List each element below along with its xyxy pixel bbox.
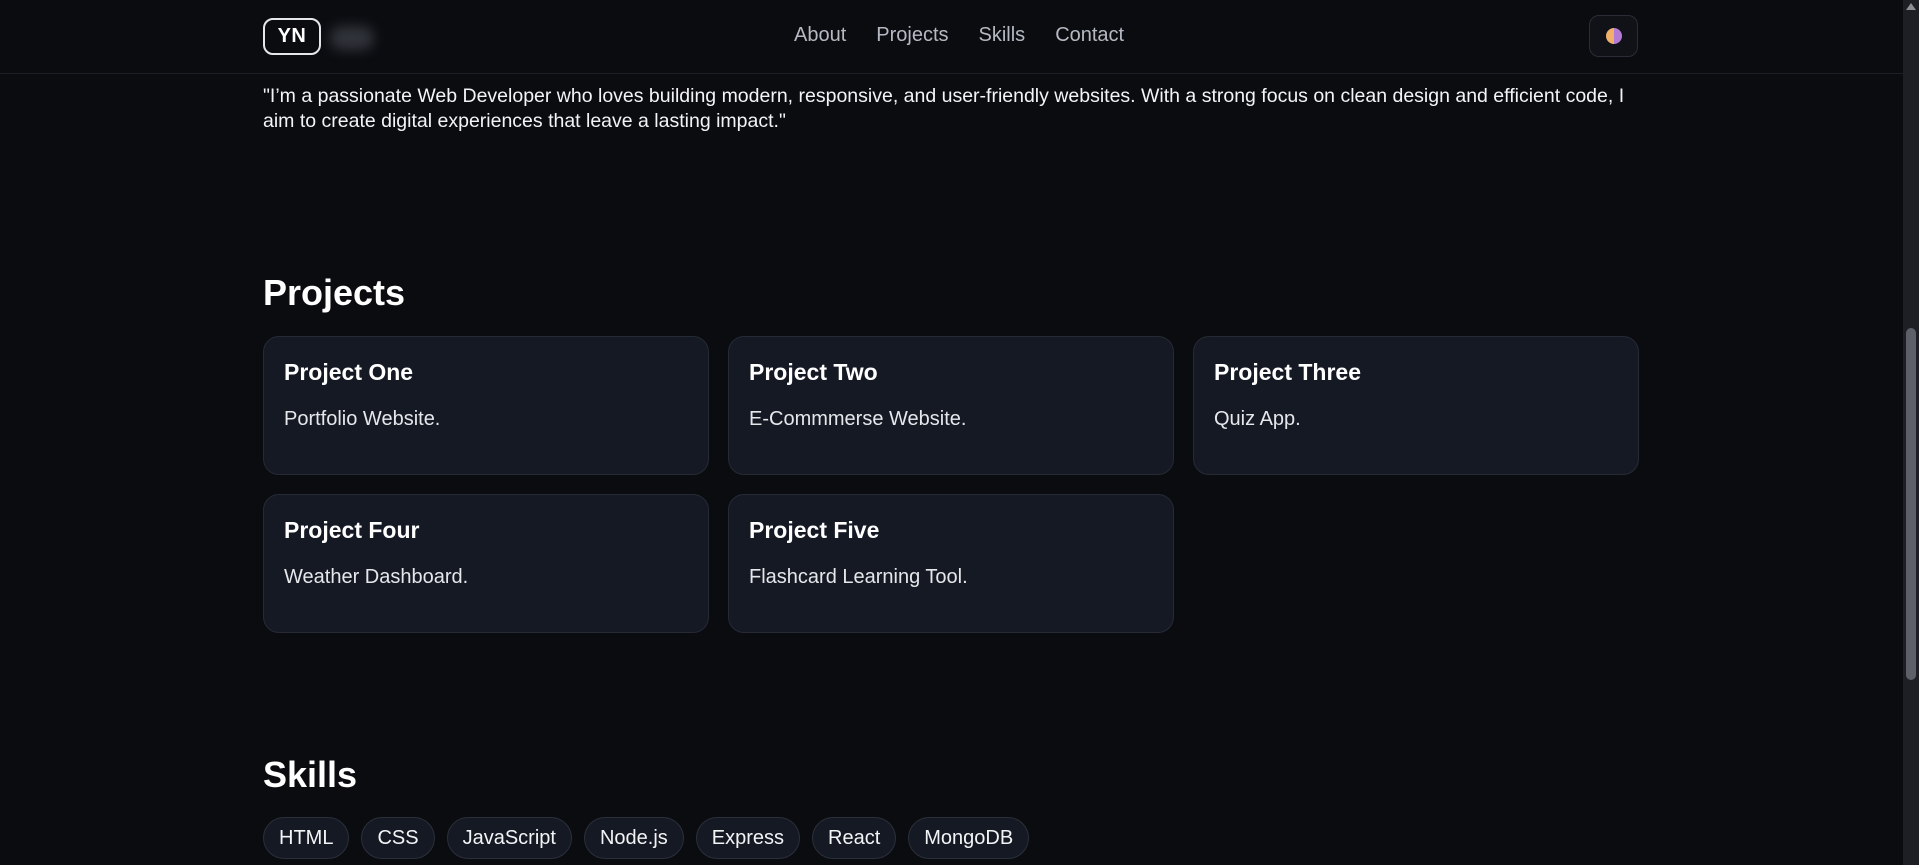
nav-about[interactable]: About — [794, 24, 846, 47]
project-card-three[interactable]: Project Three Quiz App. — [1193, 336, 1639, 475]
project-card-five[interactable]: Project Five Flashcard Learning Tool. — [728, 494, 1174, 633]
project-card-description: E-Commmerse Website. — [749, 408, 967, 430]
projects-title: Projects — [263, 272, 406, 313]
logo-text: YN — [277, 25, 307, 47]
nav-projects[interactable]: Projects — [876, 24, 948, 47]
nav-contact[interactable]: Contact — [1055, 24, 1124, 47]
skill-mongodb: MongoDB — [908, 817, 1030, 859]
skill-nodejs: Node.js — [583, 817, 684, 859]
project-card-one[interactable]: Project One Portfolio Website. — [263, 336, 709, 475]
site-header: YN About Projects Skills Contact — [0, 0, 1903, 74]
project-card-description: Weather Dashboard. — [284, 566, 469, 588]
skill-react: React — [812, 817, 897, 859]
nav-skills[interactable]: Skills — [979, 24, 1026, 47]
project-card-description: Quiz App. — [1214, 408, 1301, 430]
logo[interactable]: YN — [263, 18, 321, 55]
project-card-description: Flashcard Learning Tool. — [749, 566, 968, 588]
theme-toggle-icon — [1605, 28, 1622, 44]
skills-list: HTML CSS JavaScript Node.js Express Reac… — [263, 817, 1030, 859]
about-description: "I’m a passionate Web Developer who love… — [263, 85, 1625, 132]
skills-title: Skills — [263, 754, 358, 795]
skill-css: CSS — [361, 817, 435, 859]
page-scrollbar[interactable] — [1903, 0, 1919, 865]
scroll-up-icon[interactable] — [1906, 3, 1916, 10]
project-card-description: Portfolio Website. — [284, 408, 441, 430]
skill-html: HTML — [263, 817, 350, 859]
theme-toggle-button[interactable] — [1589, 15, 1638, 57]
project-card-two[interactable]: Project Two E-Commmerse Website. — [728, 336, 1174, 475]
skill-express: Express — [695, 817, 801, 859]
project-card-four[interactable]: Project Four Weather Dashboard. — [263, 494, 709, 633]
project-card-title: Project Two — [749, 359, 878, 385]
scrollbar-thumb[interactable] — [1906, 328, 1916, 680]
blurred-site-name — [330, 26, 374, 50]
skill-javascript: JavaScript — [446, 817, 572, 859]
project-card-title: Project Four — [284, 517, 420, 543]
main-nav: About Projects Skills Contact — [794, 24, 1124, 47]
project-card-title: Project One — [284, 359, 414, 385]
project-card-title: Project Five — [749, 517, 880, 543]
project-card-title: Project Three — [1214, 359, 1361, 385]
